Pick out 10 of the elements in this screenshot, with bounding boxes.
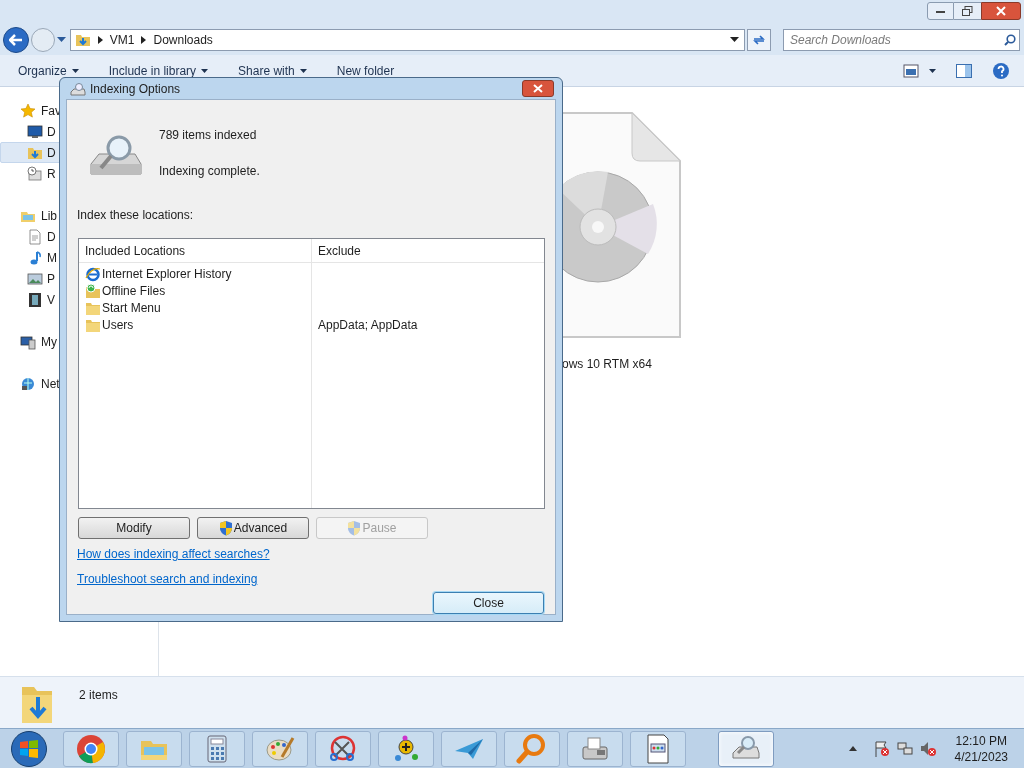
file-name: ows 10 RTM x64: [561, 356, 653, 373]
nav-group-label: Net: [41, 375, 60, 393]
exclude-cell-text: AppData; AppData: [318, 316, 418, 334]
index-status: Indexing complete.: [159, 163, 260, 180]
nav-group-label: My: [41, 333, 57, 351]
nav-group-label: Lib: [41, 207, 57, 225]
dialog-title: Indexing Options: [90, 80, 181, 98]
section-label: Index these locations:: [77, 207, 195, 224]
item-count: 2 items: [79, 687, 118, 704]
index-status: 789 items indexed: [159, 127, 258, 144]
